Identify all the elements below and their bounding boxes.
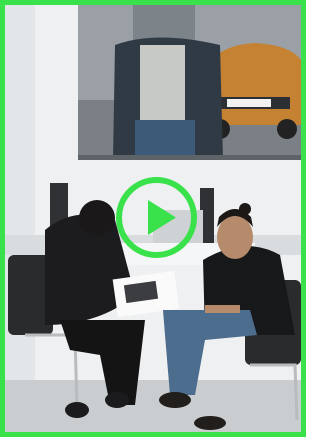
play-button[interactable] bbox=[116, 177, 197, 258]
wall-poster bbox=[78, 5, 301, 160]
video-frame[interactable] bbox=[0, 0, 306, 437]
play-icon bbox=[148, 200, 176, 235]
